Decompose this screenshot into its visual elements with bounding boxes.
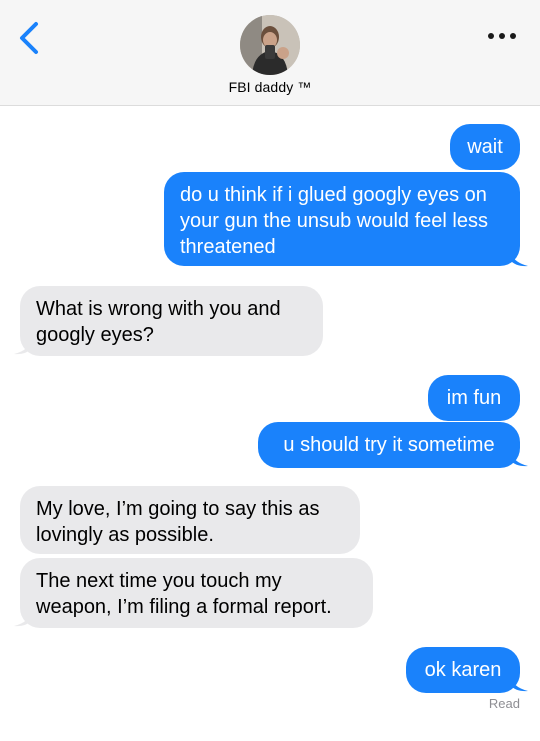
contact-name[interactable]: FBI daddy ™ [0, 79, 540, 95]
message-bubble-outgoing[interactable]: im fun [428, 375, 520, 421]
bubble-tail [510, 675, 528, 692]
message-bubble-incoming[interactable]: My love, I’m going to say this as loving… [20, 486, 360, 554]
ellipsis-icon[interactable] [486, 30, 518, 42]
message-bubble-outgoing[interactable]: do u think if i glued googly eyes on you… [164, 172, 520, 266]
message-bubble-outgoing[interactable]: ok karen [406, 647, 520, 693]
message-bubble-outgoing[interactable]: u should try it sometime [258, 422, 520, 468]
message-bubble-incoming[interactable]: The next time you touch my weapon, I’m f… [20, 558, 373, 628]
bubble-tail [14, 610, 32, 627]
avatar[interactable] [240, 15, 300, 75]
bubble-tail [14, 338, 32, 355]
bubble-tail [510, 450, 528, 467]
message-bubble-incoming[interactable]: What is wrong with you and googly eyes? [20, 286, 323, 356]
conversation-header: FBI daddy ™ [0, 0, 540, 106]
chevron-left-icon[interactable] [14, 20, 46, 56]
read-receipt: Read [488, 696, 520, 711]
bubble-tail [510, 250, 528, 267]
message-bubble-outgoing[interactable]: wait [450, 124, 520, 170]
